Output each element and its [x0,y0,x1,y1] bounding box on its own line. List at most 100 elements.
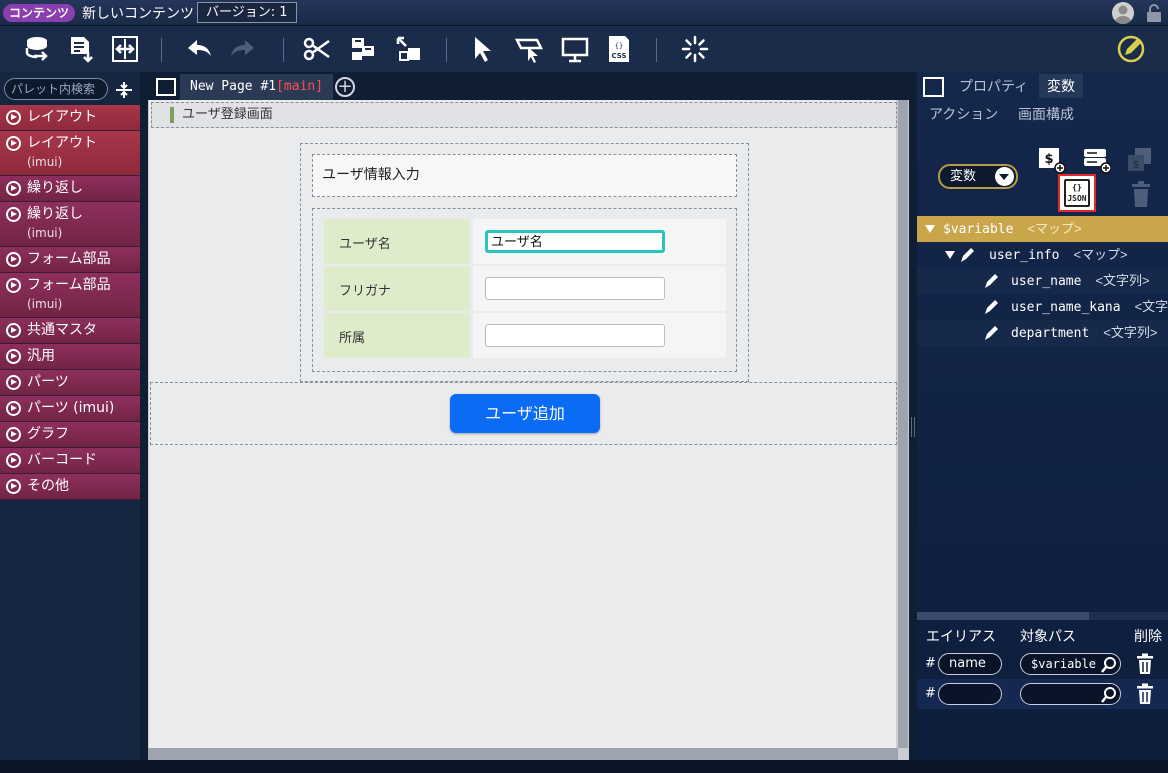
tab-variables[interactable]: 変数 [1039,74,1083,98]
play-circle-icon [6,252,21,267]
field-label: ユーザ名 [324,219,470,264]
copy-variable-icon[interactable]: $ [1126,146,1154,178]
palette-item-common-master[interactable]: 共通マスタ [0,318,140,344]
form-title[interactable]: ユーザ情報入力 [312,154,737,197]
collapse-all-icon[interactable] [114,80,134,100]
tree-node-user-info[interactable]: user_info <マップ> [917,242,1168,268]
component-icon[interactable] [348,34,378,64]
delete-header: 削除 [1134,629,1162,645]
palette-item-layout-imui[interactable]: レイアウト (imui) [0,131,140,176]
play-circle-icon [6,375,21,390]
collapse-right-icon[interactable] [923,77,944,97]
transform-icon[interactable] [394,34,424,64]
play-circle-icon [6,479,21,494]
palette-item-graph[interactable]: グラフ [0,422,140,448]
database-import-icon[interactable] [22,34,52,64]
palette-item-barcode[interactable]: バーコード [0,448,140,474]
palette-item-parts-imui[interactable]: パーツ (imui) [0,396,140,422]
play-circle-icon [6,207,21,222]
undo-icon[interactable] [184,34,214,64]
pencil-icon[interactable] [983,298,999,316]
cut-icon[interactable] [302,34,332,64]
field-row-user-name[interactable]: ユーザ名 ユーザ名 [324,219,726,265]
edit-pencil-icon[interactable] [1116,34,1146,64]
status-bar [0,760,1168,773]
toolbar: {} CSS [0,26,1168,72]
content-badge[interactable]: コンテンツ [3,4,76,22]
loading-icon[interactable] [680,34,710,64]
field-row-department[interactable]: 所属 [324,313,726,359]
field-label: フリガナ [324,266,470,311]
design-canvas[interactable]: ユーザ登録画面 ユーザ情報入力 ユーザ名 ユーザ名 フリガナ 所属 ユーザ追加 [149,100,897,748]
content-title[interactable]: 新しいコンテンツ [82,3,194,23]
user-avatar-icon[interactable] [1112,2,1134,24]
svg-text:{}: {} [615,42,623,50]
target-path-input[interactable] [1020,683,1121,705]
tab-actions[interactable]: アクション [929,104,998,124]
pencil-icon[interactable] [959,246,975,264]
form-container[interactable]: ユーザ情報入力 ユーザ名 ユーザ名 フリガナ 所属 [300,143,749,382]
play-circle-icon [6,349,21,364]
add-tab-icon[interactable]: + [335,77,355,97]
alias-input[interactable] [938,683,1002,705]
palette-item-general[interactable]: 汎用 [0,344,140,370]
collapse-left-icon[interactable] [156,78,176,96]
version-box[interactable]: バージョン: 1 [197,2,297,23]
svg-text:$: $ [1044,152,1053,167]
variable-tree: $variable <マップ> user_info <マップ> user_name <… [917,216,1168,346]
palette-item-form-parts[interactable]: フォーム部品 [0,247,140,273]
trash-icon[interactable] [1136,683,1154,705]
canvas-horizontal-scrollbar[interactable] [148,748,898,760]
pencil-icon[interactable] [983,324,999,342]
expand-arrow-icon[interactable] [925,225,935,233]
play-circle-icon [6,181,21,196]
tree-horizontal-scrollbar[interactable] [917,612,1168,620]
monitor-icon[interactable] [560,34,590,64]
document-download-icon[interactable] [66,34,96,64]
palette-item-repeat-imui[interactable]: 繰り返し (imui) [0,202,140,247]
trash-icon[interactable] [1130,180,1152,212]
hover-pointer-icon[interactable] [514,34,544,64]
palette-item-layout[interactable]: レイアウト [0,105,140,131]
palette-search-input[interactable]: パレット内検索 [4,78,108,100]
target-path-input[interactable]: $variable [1020,653,1121,675]
play-circle-icon [6,136,21,151]
user-name-input[interactable]: ユーザ名 [485,230,665,253]
unlock-icon[interactable] [1144,3,1164,23]
add-user-button[interactable]: ユーザ追加 [450,394,600,433]
json-import-button[interactable]: {} JSON [1058,174,1096,212]
canvas-vertical-scrollbar[interactable] [898,100,908,748]
pencil-icon[interactable] [983,272,999,290]
expand-arrow-icon[interactable] [945,251,955,259]
tree-node-department[interactable]: department <文字列> [917,320,1168,346]
alias-input[interactable]: name [938,653,1002,675]
pointer-icon[interactable] [469,34,499,64]
tab-new-page[interactable]: New Page #1[main] [180,74,334,100]
search-icon[interactable] [1100,686,1118,704]
tab-properties[interactable]: プロパティ [959,76,1028,96]
palette-item-parts[interactable]: パーツ [0,370,140,396]
department-input[interactable] [485,324,665,347]
redo-icon[interactable] [228,34,258,64]
button-container[interactable]: ユーザ追加 [150,382,897,445]
panel-splitter[interactable] [909,72,917,760]
trash-icon[interactable] [1136,653,1154,675]
tree-node-variable[interactable]: $variable <マップ> [917,216,1168,242]
palette-item-repeat[interactable]: 繰り返し [0,176,140,202]
alias-row: # name $variable [917,649,1168,679]
tree-node-user-name-kana[interactable]: user_name_kana<文字列> [917,294,1168,320]
page-header[interactable]: ユーザ登録画面 [151,102,897,128]
variable-type-select[interactable]: 変数 [938,164,1018,189]
play-circle-icon [6,453,21,468]
palette-item-form-parts-imui[interactable]: フォーム部品 (imui) [0,273,140,318]
css-icon[interactable]: {} CSS [604,34,634,64]
form-table[interactable]: ユーザ名 ユーザ名 フリガナ 所属 [312,208,737,372]
palette-item-other[interactable]: その他 [0,474,140,500]
tree-node-user-name[interactable]: user_name <文字列> [917,268,1168,294]
tab-screen-structure[interactable]: 画面構成 [1018,104,1074,124]
search-icon[interactable] [1100,656,1118,674]
furigana-input[interactable] [485,277,665,300]
field-row-furigana[interactable]: フリガナ [324,266,726,312]
json-icon: {} JSON [1064,179,1090,207]
swap-icon[interactable] [110,34,140,64]
